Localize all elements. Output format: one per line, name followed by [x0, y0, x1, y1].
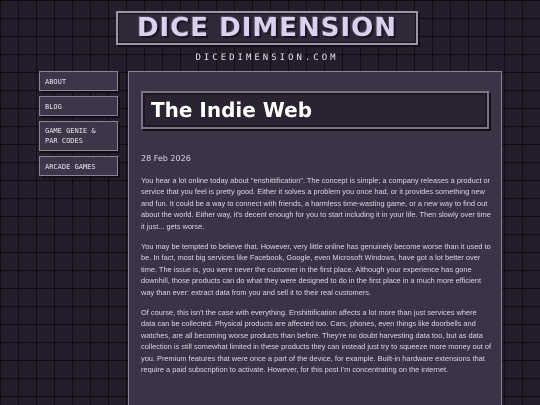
post-paragraph: You may be tempted to believe that. Howe…	[141, 242, 491, 297]
nav-item-about[interactable]: About	[39, 71, 118, 91]
post-paragraph: Of course, this isn't the case with ever…	[141, 308, 491, 375]
sidebar-nav: About Blog Game Genie & Par Codes Arcade…	[39, 71, 118, 181]
post-title: The Indie Web	[151, 98, 313, 122]
main-content: The Indie Web 28 Feb 2026 You hear a lot…	[128, 71, 502, 405]
site-logo[interactable]: DICE DIMENSION	[116, 11, 418, 45]
logo-text: DICE DIMENSION	[136, 13, 398, 43]
post-date: 28 Feb 2026	[141, 154, 191, 163]
nav-item-game-genie[interactable]: Game Genie & Par Codes	[39, 121, 118, 151]
post-title-box: The Indie Web	[141, 91, 489, 129]
post-paragraph: You hear a lot online today about "enshi…	[141, 176, 491, 231]
site-url: DICEDIMENSION.COM	[195, 53, 339, 63]
nav-item-blog[interactable]: Blog	[39, 96, 118, 116]
nav-item-arcade-games[interactable]: Arcade Games	[39, 156, 118, 176]
post-body: You hear a lot online today about "enshi…	[141, 175, 491, 385]
